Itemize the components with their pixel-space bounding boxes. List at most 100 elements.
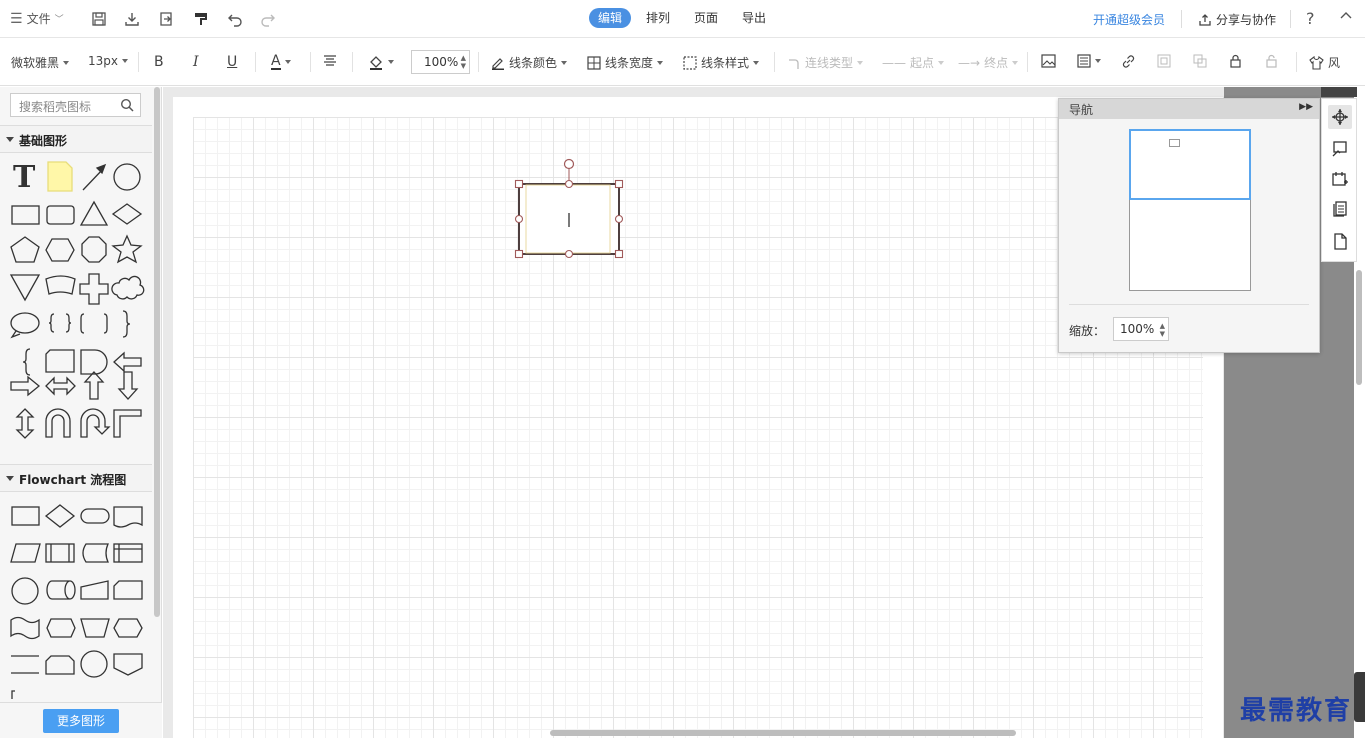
star-shape[interactable] bbox=[111, 234, 143, 264]
calendar-add-icon[interactable] bbox=[1328, 167, 1352, 191]
or-circle-shape[interactable] bbox=[80, 650, 108, 678]
group-button[interactable] bbox=[1157, 54, 1171, 68]
right-brace-shape[interactable] bbox=[122, 310, 131, 338]
resize-handle-s[interactable] bbox=[564, 249, 574, 259]
save-icon[interactable] bbox=[89, 9, 109, 29]
import-icon[interactable] bbox=[156, 9, 176, 29]
style-button[interactable]: 风 bbox=[1309, 54, 1340, 71]
cloud-shape[interactable] bbox=[111, 275, 145, 300]
font-family-select[interactable]: 微软雅黑 bbox=[11, 54, 70, 71]
rectangle-body[interactable] bbox=[525, 184, 611, 254]
annotation-shape[interactable] bbox=[11, 690, 15, 699]
tab-export[interactable]: 导出 bbox=[733, 8, 775, 28]
ungroup-button[interactable] bbox=[1193, 54, 1207, 68]
pentagon-shape[interactable] bbox=[10, 236, 40, 263]
arrow-shape[interactable] bbox=[82, 163, 107, 191]
document-shape[interactable] bbox=[113, 506, 143, 528]
share-button[interactable]: 分享与协作 bbox=[1198, 11, 1276, 28]
spinner-icon[interactable]: ▲ ▼ bbox=[1160, 322, 1165, 338]
vertical-double-arrow-shape[interactable] bbox=[15, 408, 35, 439]
rotate-handle[interactable] bbox=[563, 158, 575, 170]
insert-table-button[interactable] bbox=[1077, 54, 1101, 68]
text-shape[interactable]: T bbox=[13, 160, 36, 195]
sequential-storage-shape[interactable] bbox=[46, 580, 76, 600]
download-icon[interactable] bbox=[122, 9, 142, 29]
horizontal-scrollbar[interactable] bbox=[550, 730, 1016, 736]
data-shape[interactable] bbox=[10, 543, 41, 563]
left-arrow-shape[interactable] bbox=[113, 351, 142, 373]
cross-shape[interactable] bbox=[79, 273, 109, 305]
double-arrow-shape[interactable] bbox=[45, 376, 76, 396]
resize-handle-sw[interactable] bbox=[514, 249, 524, 259]
selected-rectangle[interactable] bbox=[510, 156, 630, 266]
line-color-button[interactable]: 线条颜色 bbox=[491, 54, 568, 71]
triangle-shape[interactable] bbox=[79, 200, 109, 226]
tab-edit[interactable]: 编辑 bbox=[589, 8, 632, 28]
tape-shape[interactable] bbox=[10, 616, 40, 640]
predefined-process-shape[interactable] bbox=[45, 543, 75, 563]
more-shapes-button[interactable]: 更多图形 bbox=[43, 709, 119, 733]
resize-handle-ne[interactable] bbox=[614, 179, 624, 189]
process-shape[interactable] bbox=[11, 506, 40, 526]
vip-link[interactable]: 开通超级会员 bbox=[1093, 11, 1165, 28]
start-point-button[interactable]: —— 起点 bbox=[882, 54, 945, 71]
redo-icon[interactable] bbox=[258, 9, 278, 29]
fill-color-button[interactable] bbox=[368, 54, 394, 70]
off-page-connector-shape[interactable] bbox=[113, 653, 143, 676]
resize-handle-e[interactable] bbox=[614, 214, 624, 224]
octagon-shape[interactable] bbox=[81, 236, 107, 263]
loop-limit-shape[interactable] bbox=[45, 655, 75, 675]
underline-button[interactable]: U bbox=[227, 54, 237, 70]
corner-shape[interactable] bbox=[113, 409, 142, 438]
navigator-icon[interactable] bbox=[1328, 105, 1352, 129]
format-painter-icon[interactable] bbox=[191, 9, 211, 29]
circle-shape[interactable] bbox=[113, 163, 141, 191]
undo-icon[interactable] bbox=[225, 9, 245, 29]
font-color-button[interactable]: A bbox=[271, 54, 291, 70]
help-icon[interactable]: ? bbox=[1306, 9, 1315, 28]
resize-handle-n[interactable] bbox=[564, 179, 574, 189]
resize-handle-w[interactable] bbox=[514, 214, 524, 224]
curved-shape[interactable] bbox=[45, 275, 76, 295]
pages-icon[interactable] bbox=[1328, 197, 1352, 221]
font-size-select[interactable]: 13px bbox=[88, 54, 128, 68]
connector-circle-shape[interactable] bbox=[11, 577, 39, 605]
document-icon[interactable] bbox=[1328, 229, 1352, 253]
connector-type-button[interactable]: 连线类型 bbox=[787, 54, 864, 71]
resize-handle-nw[interactable] bbox=[514, 179, 524, 189]
terminator-shape[interactable] bbox=[80, 508, 110, 524]
expand-right-icon[interactable]: ▶▶ bbox=[1299, 102, 1313, 112]
brace-pair-shape[interactable] bbox=[48, 313, 72, 333]
line-width-button[interactable]: 线条宽度 bbox=[587, 54, 664, 71]
right-arrow-shape[interactable] bbox=[10, 375, 41, 397]
viewport-indicator[interactable] bbox=[1129, 129, 1251, 200]
shape-search-input[interactable]: 搜索稻壳图标 bbox=[10, 93, 141, 117]
delay-shape[interactable] bbox=[80, 349, 108, 375]
side-tab-handle[interactable] bbox=[1354, 672, 1365, 722]
up-arrow-shape[interactable] bbox=[83, 371, 105, 400]
italic-button[interactable]: I bbox=[193, 54, 199, 70]
tab-arrange[interactable]: 排列 bbox=[637, 8, 679, 28]
note-shape[interactable] bbox=[47, 161, 73, 192]
stored-data-shape[interactable] bbox=[82, 543, 109, 563]
link-button[interactable] bbox=[1121, 54, 1136, 69]
align-button[interactable] bbox=[323, 54, 337, 68]
manual-operation-shape[interactable] bbox=[80, 618, 110, 638]
decision-shape[interactable] bbox=[44, 504, 76, 528]
canvas-grid[interactable] bbox=[193, 117, 1203, 738]
format-panel-icon[interactable] bbox=[1328, 137, 1352, 161]
bracket-pair-shape[interactable] bbox=[80, 313, 108, 334]
section-basic-shapes[interactable]: 基础图形 bbox=[0, 125, 152, 153]
insert-image-button[interactable] bbox=[1041, 54, 1056, 68]
file-menu[interactable]: ☰ 文件 ﹀ bbox=[10, 10, 64, 27]
nav-zoom-input[interactable]: 100% ▲ ▼ bbox=[1113, 317, 1169, 341]
end-point-button[interactable]: —→ 终点 bbox=[958, 54, 1019, 71]
u-turn-arrow-shape[interactable] bbox=[80, 408, 111, 438]
zoom-input[interactable]: 100% ▲ ▼ bbox=[411, 50, 470, 74]
internal-storage-shape[interactable] bbox=[113, 543, 143, 563]
rounded-rectangle-shape[interactable] bbox=[46, 205, 75, 225]
left-brace-shape[interactable] bbox=[22, 348, 31, 376]
horizontal-lines-shape[interactable] bbox=[11, 655, 39, 674]
u-turn-shape[interactable] bbox=[45, 408, 71, 438]
card-shape[interactable] bbox=[45, 349, 75, 373]
